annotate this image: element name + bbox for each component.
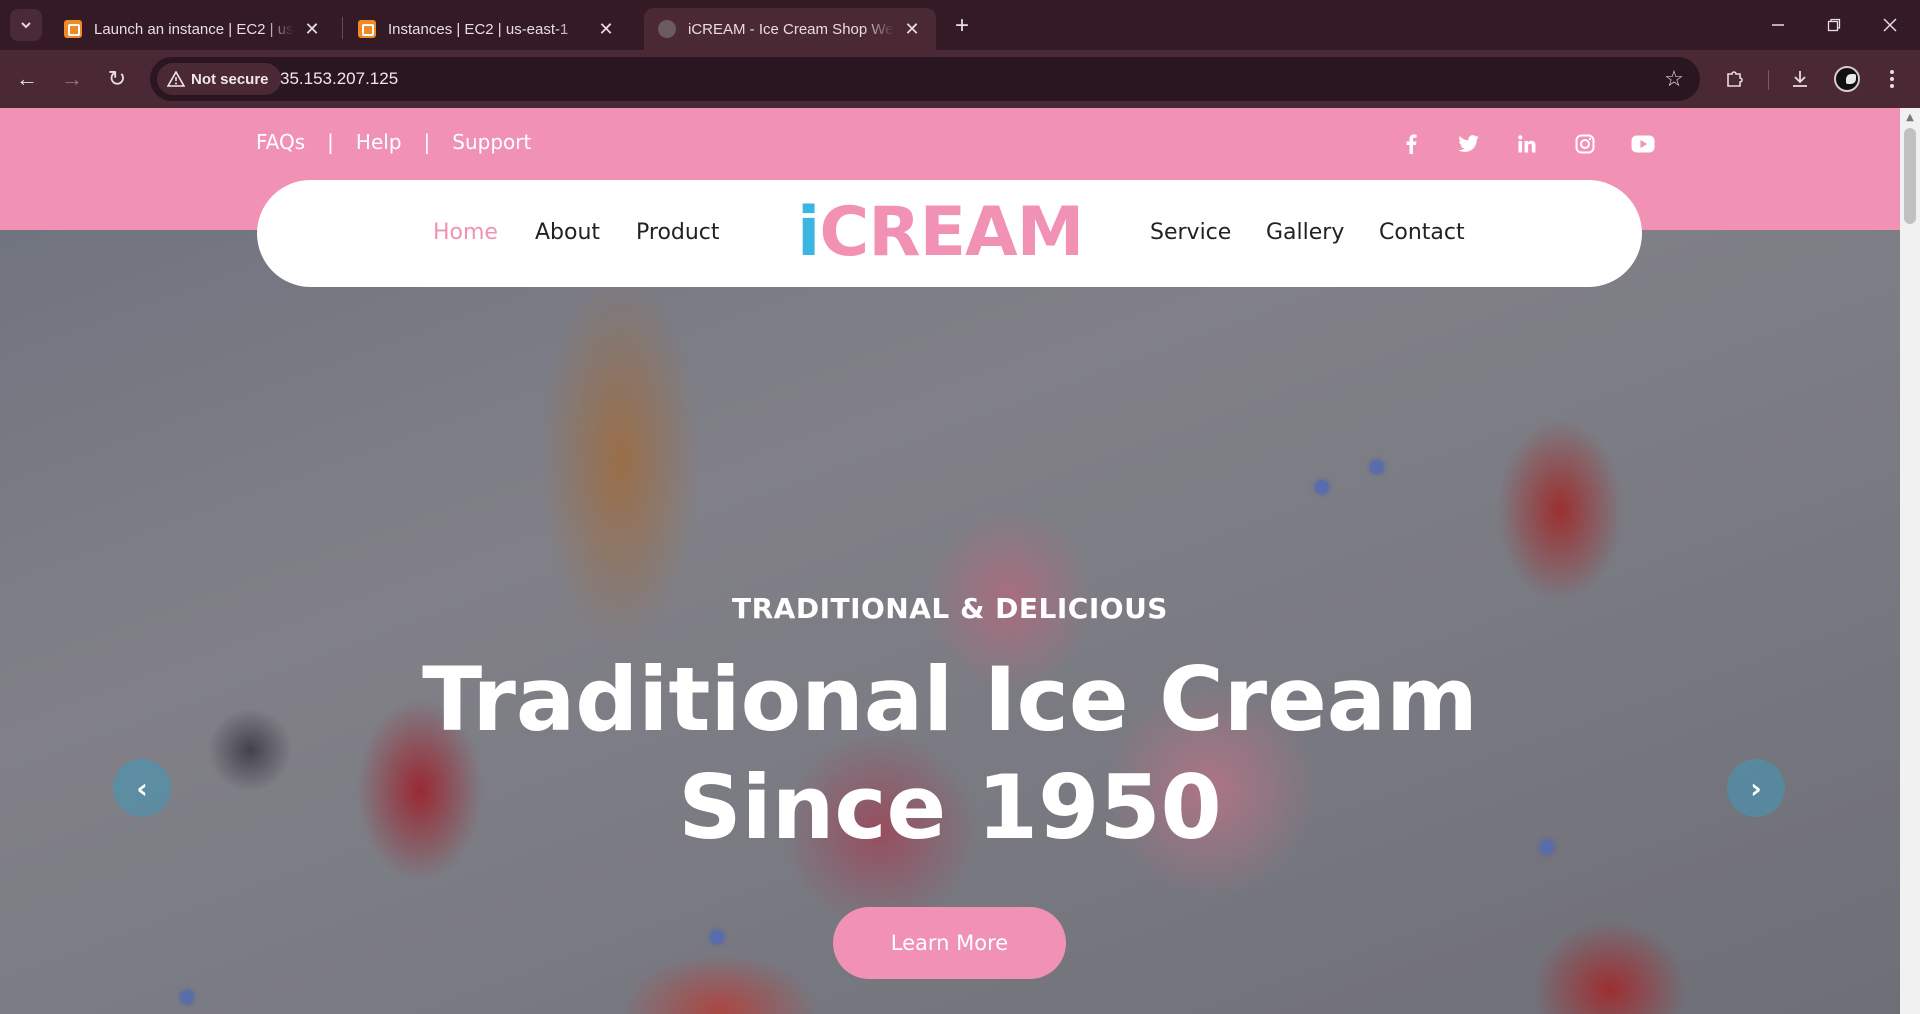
scroll-up-arrow-icon[interactable]: ▲ [1900,108,1920,126]
separator: | [327,130,334,154]
tab-title: iCREAM - Ice Cream Shop Website [688,20,894,38]
learn-more-button[interactable]: Learn More [833,907,1066,979]
close-icon[interactable]: ✕ [902,19,922,39]
hero-headline-line1: Traditional Ice Cream [422,648,1478,751]
chevron-left-icon: ‹ [136,771,148,805]
arrow-right-icon: → [61,66,83,91]
reload-icon: ↻ [107,66,127,91]
browser-menu-button[interactable] [1875,62,1909,96]
tab-icream[interactable]: iCREAM - Ice Cream Shop Website ✕ [644,8,936,50]
toolbar-separator [1768,70,1769,90]
aws-icon [358,20,376,38]
logo-cream: CREAM [819,193,1084,272]
browser-toolbar: ← → ↻ Not secure 35.153.207.125 ☆ [0,50,1920,108]
hero-headline-line2: Since 1950 [678,756,1222,859]
profile-avatar[interactable] [1834,66,1860,92]
logo-i: i [797,193,820,272]
top-links: FAQs | Help | Support [256,130,531,154]
nav-gallery[interactable]: Gallery [1266,220,1344,245]
tab-instances[interactable]: Instances | EC2 | us-east-1 ✕ [344,8,630,50]
page-scrollbar[interactable]: ▲ [1900,108,1920,1014]
main-navbar: Home About Product iCREAM Service Galler… [257,180,1642,287]
warning-icon [167,71,185,87]
carousel-prev-button[interactable]: ‹ [113,759,171,817]
restore-icon [1827,18,1841,32]
scroll-thumb[interactable] [1904,128,1916,224]
reload-button[interactable]: ↻ [100,62,134,96]
tab-title: Launch an instance | EC2 | us-east-1 [94,20,294,38]
nav-home[interactable]: Home [433,220,498,245]
security-label: Not secure [191,70,269,88]
tab-divider [342,17,343,39]
restore-button[interactable] [1814,10,1854,40]
youtube-icon[interactable] [1614,130,1672,158]
twitter-icon[interactable] [1440,130,1498,158]
hero-carousel: TRADITIONAL & DELICIOUS Traditional Ice … [0,230,1900,1014]
download-icon [1793,71,1807,87]
help-link[interactable]: Help [356,130,402,154]
facebook-icon[interactable] [1382,130,1440,158]
nav-service[interactable]: Service [1150,220,1231,245]
support-link[interactable]: Support [452,130,531,154]
carousel-next-button[interactable]: › [1727,759,1785,817]
minimize-button[interactable] [1758,10,1798,40]
linkedin-icon[interactable] [1498,130,1556,158]
arrow-left-icon: ← [16,66,38,91]
aws-icon [64,20,82,38]
page-viewport: FAQs | Help | Support TRADITIONAL & DELI… [0,108,1920,1014]
new-tab-button[interactable]: + [948,12,976,40]
close-icon [1883,18,1897,32]
instagram-icon[interactable] [1556,130,1614,158]
close-icon[interactable]: ✕ [302,19,322,39]
forward-button[interactable]: → [55,62,89,96]
back-button[interactable]: ← [10,62,44,96]
address-bar[interactable]: Not secure 35.153.207.125 ☆ [150,57,1700,101]
hero-headline: Traditional Ice Cream Since 1950 [0,646,1900,862]
tab-strip: Launch an instance | EC2 | us-east-1 ✕ I… [0,0,1920,50]
social-links [1382,130,1672,158]
nav-product[interactable]: Product [636,220,720,245]
security-indicator[interactable]: Not secure [157,63,281,95]
minimize-icon [1772,24,1784,26]
nav-contact[interactable]: Contact [1379,220,1465,245]
tab-launch-instance[interactable]: Launch an instance | EC2 | us-east-1 ✕ [50,8,336,50]
tab-title: Instances | EC2 | us-east-1 [388,20,569,38]
plus-icon: + [954,12,969,39]
downloads-button[interactable] [1783,62,1817,96]
icream-logo[interactable]: iCREAM [797,192,1084,274]
globe-icon [658,20,676,38]
close-icon[interactable]: ✕ [596,19,616,39]
window-close-button[interactable] [1870,10,1910,40]
hero-subheading: TRADITIONAL & DELICIOUS [732,592,1168,625]
nav-about[interactable]: About [535,220,600,245]
tab-search-button[interactable] [10,9,42,41]
bookmark-star-icon[interactable]: ☆ [1662,66,1686,91]
more-vert-icon [1890,70,1894,88]
separator: | [423,130,431,154]
faqs-link[interactable]: FAQs [256,130,305,154]
chevron-right-icon: › [1750,771,1762,805]
extensions-button[interactable] [1718,62,1752,96]
url-text[interactable]: 35.153.207.125 [280,69,398,89]
puzzle-icon [1727,71,1743,87]
chevron-down-icon [21,22,31,29]
